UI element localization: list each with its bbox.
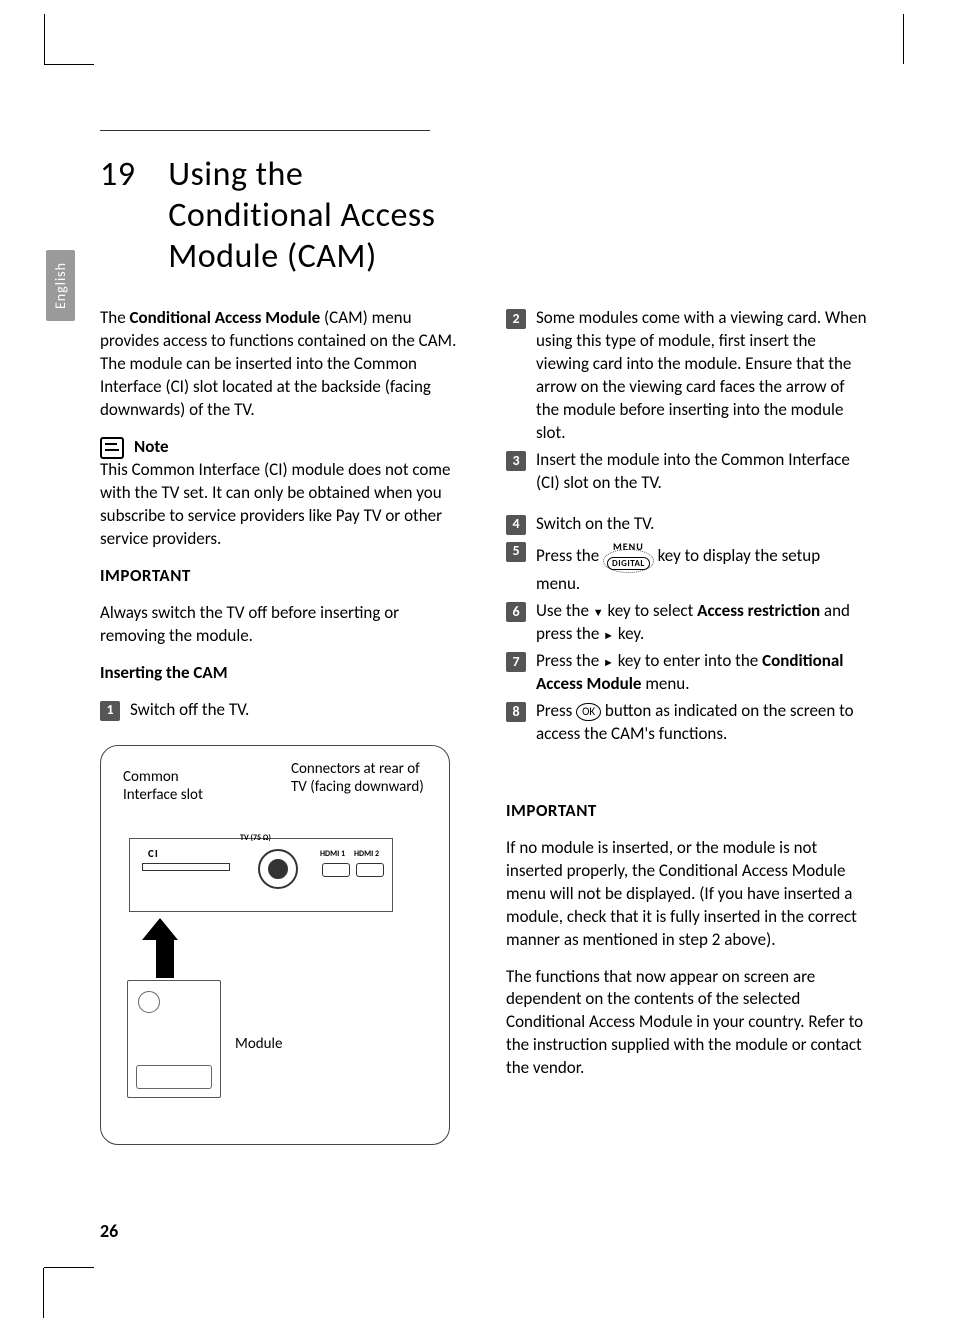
step-text: Insert the module into the Common Interf… — [536, 449, 868, 495]
text-bold: Conditional Access Module — [130, 307, 321, 328]
insert-arrow — [151, 918, 178, 978]
text: key to enter into the — [614, 650, 762, 671]
step-text: Switch off the TV. — [130, 699, 462, 722]
page-number: 26 — [100, 1220, 118, 1242]
digital-button-icon: DIGITAL — [603, 549, 654, 573]
chapter-title: 19 Using the Conditional Access Module (… — [100, 155, 870, 277]
note-icon — [100, 437, 124, 459]
down-key-icon — [593, 600, 604, 621]
step-4: 4 Switch on the TV. — [506, 513, 868, 536]
hdmi2-port — [356, 863, 384, 877]
inserting-heading: Inserting the CAM — [100, 662, 462, 685]
text: The — [100, 307, 130, 328]
step-number: 7 — [506, 652, 526, 672]
step-number: 4 — [506, 515, 526, 535]
crop-mark — [44, 1267, 94, 1268]
text: Press — [536, 700, 576, 721]
important-text: Always switch the TV off before insertin… — [100, 602, 462, 648]
step-text: Press the MENU DIGITAL key to display th… — [536, 540, 868, 596]
note-label: Note — [134, 436, 169, 459]
text: Use the — [536, 600, 593, 621]
important-heading: IMPORTANT — [100, 565, 462, 588]
diagram: Common Interface slot Connectors at rear… — [100, 745, 450, 1145]
note-text: This Common Interface (CI) module does n… — [100, 459, 462, 551]
step-6: 6 Use the key to select Access restricti… — [506, 600, 868, 646]
diagram-label-ci: Common Interface slot — [123, 768, 233, 804]
note-heading: Note — [100, 436, 462, 459]
step-2: 2 Some modules come with a viewing card.… — [506, 307, 868, 445]
chapter-rule — [100, 130, 430, 131]
final-paragraph: The functions that now appear on screen … — [506, 966, 868, 1081]
coax-label: TV (75 Ω) — [240, 833, 271, 844]
intro-paragraph: The Conditional Access Module (CAM) menu… — [100, 307, 462, 422]
important-heading-2: IMPORTANT — [506, 800, 868, 823]
module-card — [127, 980, 221, 1098]
step-number: 2 — [506, 309, 526, 329]
module-label: Module — [235, 1034, 282, 1054]
hdmi1-label: HDMI 1 — [320, 849, 345, 860]
text: key. — [614, 623, 644, 644]
right-key-icon — [603, 650, 614, 671]
step-number: 1 — [100, 701, 120, 721]
text: menu. — [641, 673, 689, 694]
chapter-number: 19 — [100, 155, 160, 196]
step-1: 1 Switch off the TV. — [100, 699, 462, 722]
coax-port — [258, 849, 298, 889]
text: key to select — [604, 600, 697, 621]
step-text: Some modules come with a viewing card. W… — [536, 307, 868, 445]
step-5: 5 Press the MENU DIGITAL key to display … — [506, 540, 868, 596]
important-text-2: If no module is inserted, or the module … — [506, 837, 868, 952]
text: Press the — [536, 545, 599, 566]
right-column: 2 Some modules come with a viewing card.… — [506, 307, 868, 1145]
hdmi1-port — [322, 863, 350, 877]
step-3: 3 Insert the module into the Common Inte… — [506, 449, 868, 495]
ci-text: CI — [148, 847, 159, 862]
language-tab: English — [46, 250, 75, 321]
chapter-text: Using the Conditional Access Module (CAM… — [168, 155, 468, 277]
step-number: 3 — [506, 451, 526, 471]
rear-panel: CI TV (75 Ω) HDMI 1 HDMI 2 — [129, 838, 393, 912]
left-column: The Conditional Access Module (CAM) menu… — [100, 307, 462, 1145]
diagram-label-connectors: Connectors at rear of TV (facing downwar… — [291, 760, 431, 796]
step-text: Use the key to select Access restriction… — [536, 600, 868, 646]
step-number: 6 — [506, 602, 526, 622]
hdmi2-label: HDMI 2 — [354, 849, 379, 860]
ci-slot — [142, 863, 230, 871]
step-number: 5 — [506, 542, 526, 562]
right-key-icon — [603, 623, 614, 644]
step-text: Press the key to enter into the Conditio… — [536, 650, 868, 696]
page-content: English 19 Using the Conditional Access … — [100, 130, 870, 1145]
ok-button-icon: OK — [576, 703, 601, 722]
text: Press the — [536, 650, 603, 671]
step-text: Switch on the TV. — [536, 513, 868, 536]
text-bold: Access restriction — [697, 600, 820, 621]
crop-mark — [903, 14, 904, 64]
crop-mark — [14, 14, 45, 64]
step-text: Press OK button as indicated on the scre… — [536, 700, 868, 746]
step-number: 8 — [506, 702, 526, 722]
step-7: 7 Press the key to enter into the Condit… — [506, 650, 868, 696]
step-8: 8 Press OK button as indicated on the sc… — [506, 700, 868, 746]
